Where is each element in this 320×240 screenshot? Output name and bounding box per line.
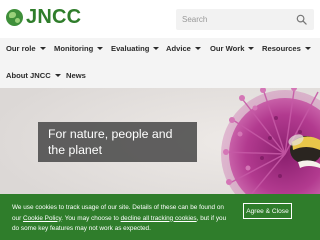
caret-down-icon	[304, 47, 311, 50]
nav-item-our-work[interactable]: Our Work	[210, 44, 255, 53]
nav-item-monitoring[interactable]: Monitoring	[54, 44, 104, 53]
search-input[interactable]	[182, 12, 292, 27]
hero-tagline: For nature, people and the planet	[48, 127, 173, 157]
nav-item-label: Resources	[262, 44, 301, 53]
nav-item-label: About JNCC	[6, 71, 51, 80]
nav-item-label: Monitoring	[54, 44, 94, 53]
caret-down-icon	[153, 47, 160, 50]
nav-item-label: Advice	[166, 44, 191, 53]
cookie-message: We use cookies to track usage of our sit…	[12, 203, 230, 235]
decline-cookies-link[interactable]: decline all tracking cookies	[121, 215, 197, 222]
caret-down-icon	[54, 74, 61, 77]
cookie-text-2: . You may choose to	[61, 214, 121, 222]
cookie-policy-link[interactable]: Cookie Policy	[23, 215, 61, 222]
nav-item-about-jncc[interactable]: About JNCC	[6, 71, 61, 80]
nav-item-news[interactable]: News	[66, 71, 86, 80]
caret-down-icon	[194, 47, 201, 50]
search-icon[interactable]	[296, 14, 307, 25]
nav-item-label: Evaluating	[111, 44, 150, 53]
hero-banner: For nature, people and the planet	[0, 88, 320, 194]
nav-item-resources[interactable]: Resources	[262, 44, 311, 53]
nav-item-evaluating[interactable]: Evaluating	[111, 44, 160, 53]
main-nav: Our role Monitoring Evaluating Advice Ou…	[0, 38, 320, 88]
nav-item-label: Our Work	[210, 44, 245, 53]
nav-item-label: Our role	[6, 44, 36, 53]
hero-caption: For nature, people and the planet	[38, 122, 197, 162]
nav-item-advice[interactable]: Advice	[166, 44, 201, 53]
logo-text: JNCC	[26, 6, 82, 28]
globe-icon	[6, 8, 23, 26]
caret-down-icon	[97, 47, 104, 50]
site-header: JNCC	[0, 0, 320, 38]
caret-down-icon	[248, 47, 255, 50]
nav-item-our-role[interactable]: Our role	[6, 44, 46, 53]
agree-close-button[interactable]: Agree & Close	[243, 203, 292, 219]
caret-down-icon	[39, 47, 46, 50]
jncc-logo[interactable]: JNCC	[6, 7, 81, 27]
search-box	[176, 9, 314, 30]
nav-item-label: News	[66, 71, 86, 80]
